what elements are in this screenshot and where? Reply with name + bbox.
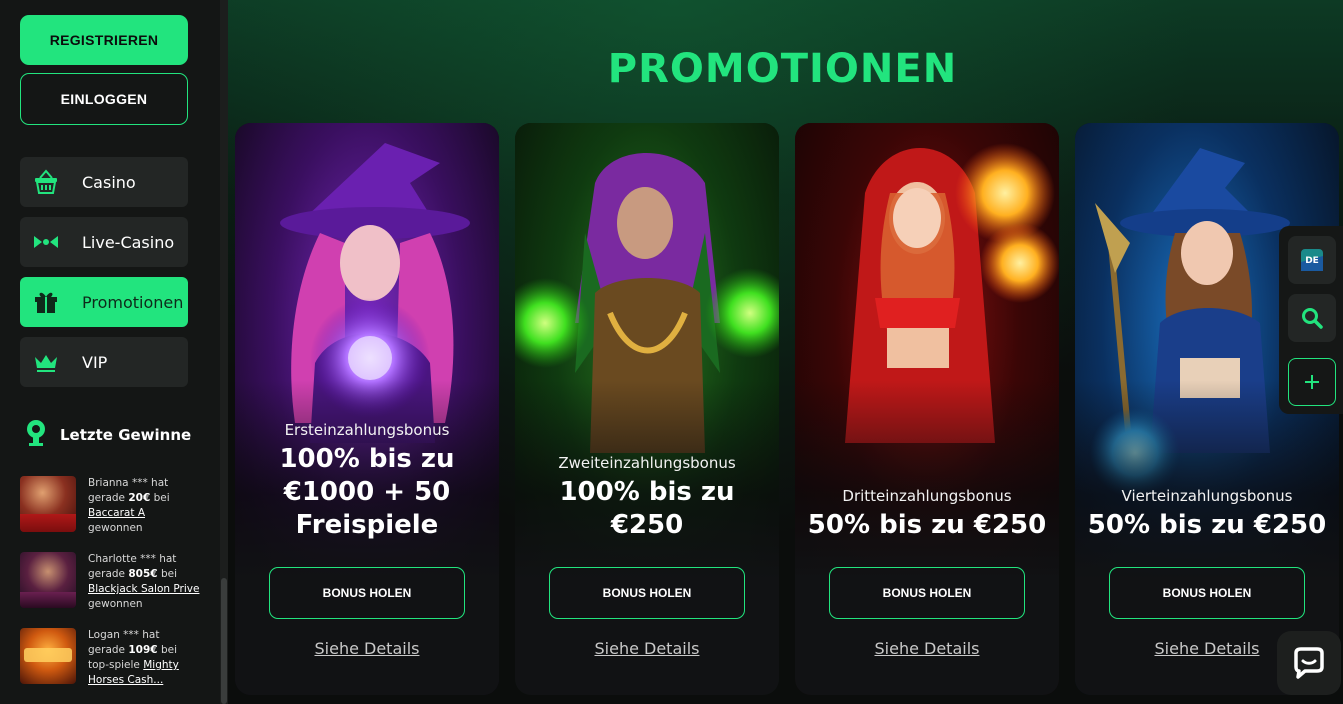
sidebar-item-promotionen[interactable]: Promotionen bbox=[20, 277, 188, 327]
game-thumbnail[interactable] bbox=[20, 628, 76, 684]
game-link[interactable]: Blackjack Salon Prive bbox=[88, 583, 199, 595]
register-button[interactable]: REGISTRIEREN bbox=[20, 15, 188, 65]
crown-icon bbox=[32, 348, 60, 376]
game-link[interactable]: Baccarat A bbox=[88, 507, 145, 519]
main-content: PROMOTIONEN Ersteinzahlungsbonus 100% bi… bbox=[228, 0, 1343, 704]
promo-card-label: Ersteinzahlungsbonus bbox=[284, 421, 450, 439]
promo-card-third-deposit: Dritteinzahlungsbonus 50% bis zu €250 BO… bbox=[795, 123, 1059, 695]
bonus-holen-button[interactable]: BONUS HOLEN bbox=[829, 567, 1025, 619]
live-casino-icon bbox=[32, 228, 60, 256]
game-thumbnail[interactable] bbox=[20, 476, 76, 532]
bonus-holen-button[interactable]: BONUS HOLEN bbox=[549, 567, 745, 619]
sidebar-item-label: Live-Casino bbox=[82, 232, 175, 252]
list-item[interactable]: Brianna *** hat gerade 20€ bei Baccarat … bbox=[20, 476, 206, 536]
promo-card-text: Vierteinzahlungsbonus 50% bis zu €250 bbox=[1075, 487, 1339, 542]
recent-wins-title: Letzte Gewinne bbox=[60, 426, 192, 444]
login-button[interactable]: EINLOGGEN bbox=[20, 73, 188, 125]
search-icon bbox=[1302, 308, 1323, 329]
floating-toolbar: DE bbox=[1279, 226, 1343, 414]
bonus-holen-button[interactable]: BONUS HOLEN bbox=[1109, 567, 1305, 619]
promo-card-second-deposit: Zweiteinzahlungsbonus 100% bis zu €250 B… bbox=[515, 123, 779, 695]
promo-card-label: Vierteinzahlungsbonus bbox=[1121, 487, 1293, 505]
promo-card-label: Zweiteinzahlungsbonus bbox=[558, 454, 736, 472]
bonus-holen-button[interactable]: BONUS HOLEN bbox=[269, 567, 465, 619]
sidebar-item-vip[interactable]: VIP bbox=[20, 337, 188, 387]
win-text: Charlotte *** hat gerade 805€ bei Blackj… bbox=[88, 553, 200, 610]
promo-card-text: Zweiteinzahlungsbonus 100% bis zu €250 bbox=[515, 454, 779, 542]
sidebar-item-live-casino[interactable]: Live-Casino bbox=[20, 217, 188, 267]
details-link[interactable]: Siehe Details bbox=[235, 639, 499, 658]
sidebar: REGISTRIEREN EINLOGGEN Casino Live-Casin… bbox=[0, 0, 228, 704]
list-item[interactable]: Logan *** hat gerade 109€ bei top-spiele… bbox=[20, 628, 206, 688]
trophy-icon bbox=[24, 418, 48, 452]
svg-text:DE: DE bbox=[1305, 256, 1319, 266]
expand-button[interactable] bbox=[1288, 358, 1336, 406]
chat-bubble-icon bbox=[1294, 647, 1324, 679]
language-flag-icon: DE bbox=[1301, 249, 1323, 271]
sidebar-item-casino[interactable]: Casino bbox=[20, 157, 188, 207]
search-button[interactable] bbox=[1288, 294, 1336, 342]
list-item[interactable]: Charlotte *** hat gerade 805€ bei Blackj… bbox=[20, 552, 206, 612]
promo-card-text: Dritteinzahlungsbonus 50% bis zu €250 bbox=[795, 487, 1059, 542]
sidebar-item-label: Promotionen bbox=[82, 292, 184, 312]
scrollbar-thumb[interactable] bbox=[221, 578, 227, 704]
promo-card-offer: 100% bis zu €1000 + 50 Freispiele bbox=[279, 444, 455, 540]
win-text: Logan *** hat gerade 109€ bei top-spiele… bbox=[88, 629, 179, 686]
promo-card-text: Ersteinzahlungsbonus 100% bis zu €1000 +… bbox=[235, 421, 499, 542]
promo-card-first-deposit: Ersteinzahlungsbonus 100% bis zu €1000 +… bbox=[235, 123, 499, 695]
sidebar-item-label: VIP bbox=[82, 352, 108, 372]
win-text: Brianna *** hat gerade 20€ bei Baccarat … bbox=[88, 477, 170, 534]
plus-icon bbox=[1305, 375, 1319, 389]
promo-card-offer: 100% bis zu €250 bbox=[559, 477, 735, 540]
game-thumbnail[interactable] bbox=[20, 552, 76, 608]
sidebar-scrollbar[interactable] bbox=[220, 0, 228, 704]
gift-icon bbox=[32, 288, 60, 316]
details-link[interactable]: Siehe Details bbox=[795, 639, 1059, 658]
chat-button[interactable] bbox=[1277, 631, 1341, 695]
details-link[interactable]: Siehe Details bbox=[515, 639, 779, 658]
promo-card-offer: 50% bis zu €250 bbox=[1087, 510, 1327, 540]
promo-card-label: Dritteinzahlungsbonus bbox=[842, 487, 1012, 505]
casino-basket-icon bbox=[32, 168, 60, 196]
promo-card-offer: 50% bis zu €250 bbox=[807, 510, 1047, 540]
sidebar-item-label: Casino bbox=[82, 172, 136, 192]
page-title: PROMOTIONEN bbox=[607, 46, 958, 92]
language-selector[interactable]: DE bbox=[1288, 236, 1336, 284]
recent-wins-header: Letzte Gewinne bbox=[24, 418, 191, 452]
